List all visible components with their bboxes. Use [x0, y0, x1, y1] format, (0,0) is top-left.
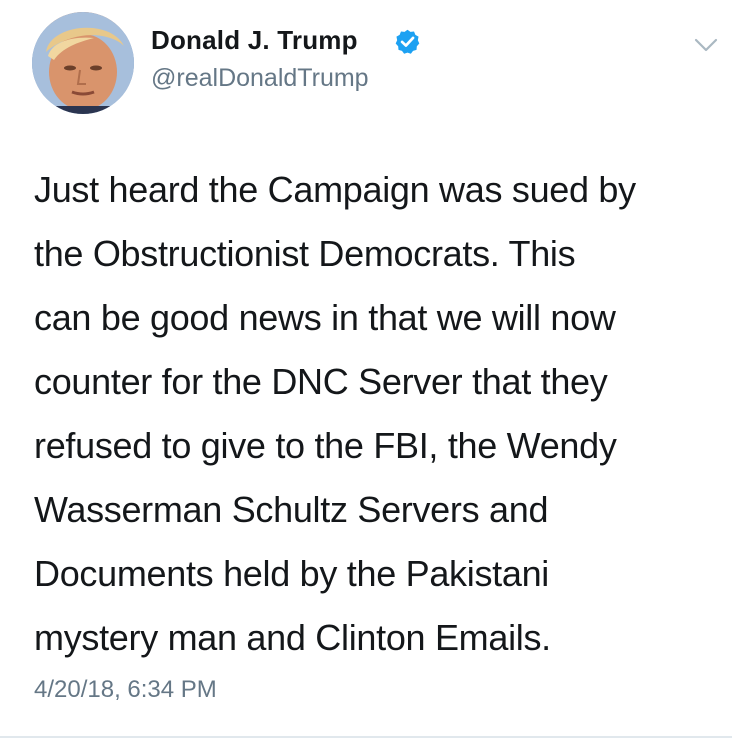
tweet-card: Donald J. Trump @realDonaldTrump Just he…: [0, 0, 732, 739]
chevron-down-icon[interactable]: [694, 37, 718, 53]
divider: [0, 736, 732, 738]
verified-badge-icon: [395, 29, 420, 54]
tweet-timestamp[interactable]: 4/20/18, 6:34 PM: [34, 676, 217, 704]
user-handle[interactable]: @realDonaldTrump: [151, 64, 369, 93]
profile-photo-icon: [32, 12, 134, 114]
avatar[interactable]: [32, 12, 134, 114]
tweet-text: Just heard the Campaign was sued by the …: [34, 169, 636, 658]
display-name[interactable]: Donald J. Trump: [151, 25, 358, 56]
